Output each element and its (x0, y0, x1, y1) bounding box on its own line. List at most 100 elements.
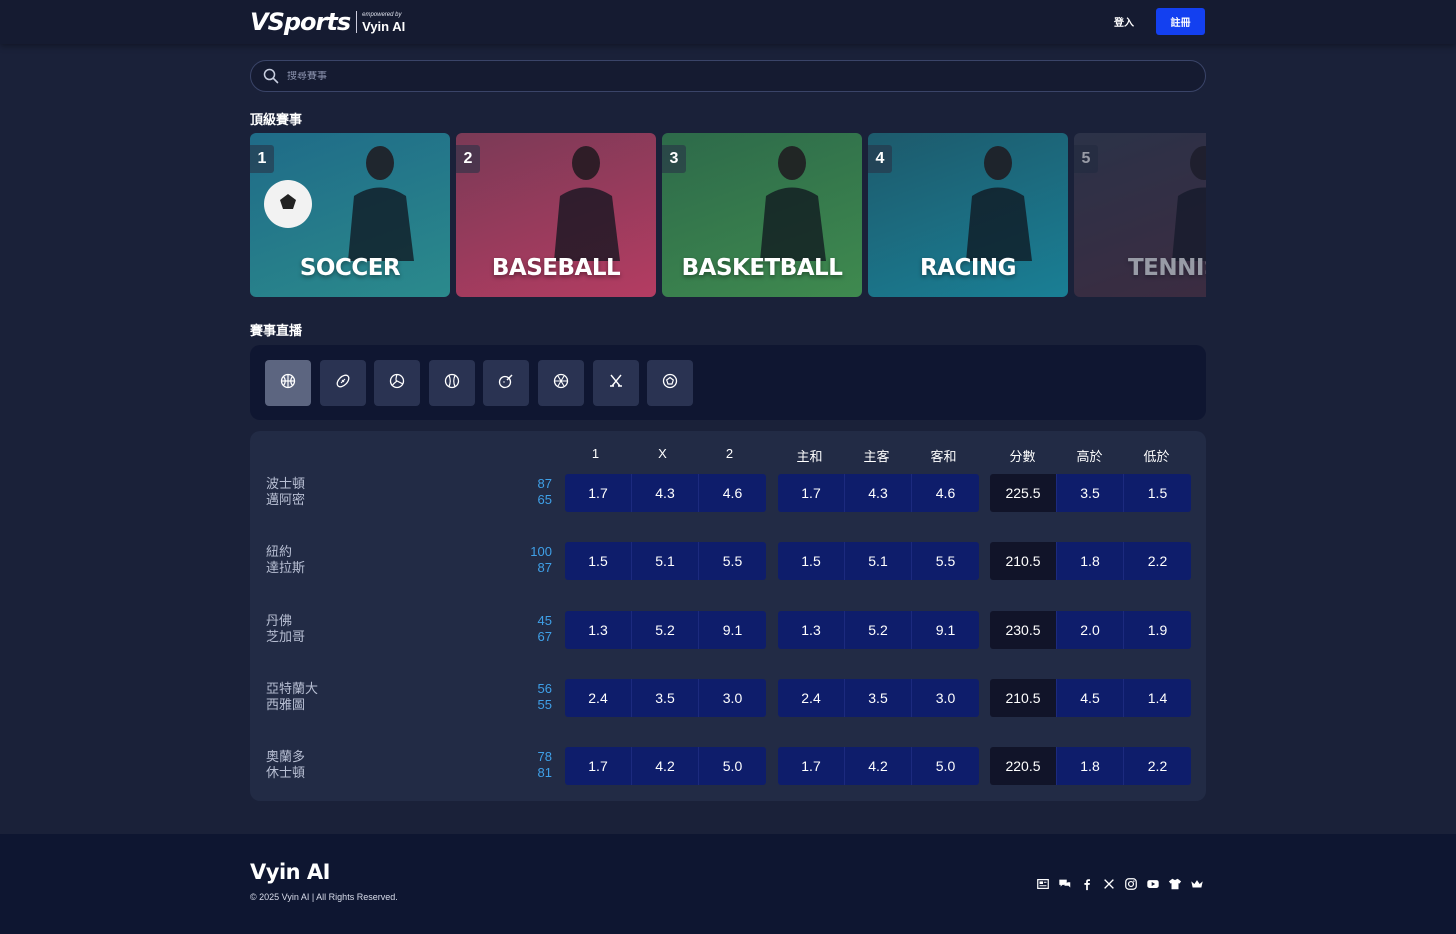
away-score: 81 (537, 765, 552, 781)
sport-filter-baseball[interactable] (428, 360, 475, 406)
odds-button[interactable]: 3.5 (845, 678, 912, 717)
football-icon (335, 373, 351, 394)
odds-button[interactable]: 1.5 (1124, 474, 1191, 512)
match-score: 56 55 (512, 681, 552, 713)
sport-filter-volleyball[interactable] (374, 360, 421, 406)
odds-button[interactable]: 2.0 (1057, 610, 1124, 649)
footer-logo[interactable]: Vyin AI (250, 860, 330, 884)
team-names[interactable]: 波士頓 邁阿密 (266, 476, 305, 508)
home-score: 78 (537, 749, 552, 765)
team-names[interactable]: 丹佛 芝加哥 (266, 613, 305, 645)
odds-button[interactable]: 2.2 (1124, 542, 1191, 581)
odds-button[interactable]: 1.7 (565, 474, 632, 512)
logo-divider (356, 11, 358, 33)
odds-button[interactable]: 1.4 (1124, 678, 1191, 717)
event-card-racing[interactable]: 4 RACING (868, 133, 1068, 297)
register-button[interactable]: 註冊 (1156, 8, 1205, 35)
odds-button[interactable]: 1.3 (565, 610, 632, 649)
odds-button[interactable]: 5.1 (845, 542, 912, 581)
odds-button[interactable]: 4.2 (632, 747, 699, 786)
column-header-2: X (658, 446, 667, 461)
odds-button[interactable]: 1.9 (1124, 610, 1191, 649)
odds-button[interactable]: 1.7 (778, 474, 845, 512)
odds-button[interactable]: 1.5 (778, 542, 845, 581)
crown-icon[interactable] (1190, 877, 1204, 891)
event-card-label: BASEBALL (491, 255, 621, 281)
news-icon[interactable] (1036, 877, 1050, 891)
odds-button[interactable]: 1.8 (1057, 542, 1124, 581)
total-points-cell: 230.5 (990, 610, 1057, 649)
golf-icon (498, 373, 514, 394)
odds-button[interactable]: 5.2 (632, 610, 699, 649)
team-names[interactable]: 亞特蘭大 西雅圖 (266, 681, 318, 713)
sport-filter-hockey[interactable] (592, 360, 639, 406)
instagram-icon[interactable] (1124, 877, 1138, 891)
moneyline-odds: 1.3 5.2 9.1 (565, 610, 766, 649)
odds-button[interactable]: 1.5 (565, 542, 632, 581)
sport-filter-soccer[interactable] (538, 360, 584, 406)
shirt-icon[interactable] (1168, 877, 1182, 891)
column-header-6: 客和 (930, 449, 957, 464)
odds-button[interactable]: 2.4 (778, 678, 845, 717)
odds-button[interactable]: 2.2 (1124, 747, 1191, 786)
column-header-4: 主和 (796, 449, 823, 464)
odds-button[interactable]: 9.1 (912, 610, 979, 649)
sport-filter-football[interactable] (319, 360, 366, 406)
search-input[interactable] (287, 70, 1167, 82)
event-card-tennis[interactable]: 5 TENNIS (1074, 133, 1206, 297)
total-points-cell: 210.5 (990, 542, 1057, 581)
odds-button[interactable]: 1.3 (778, 610, 845, 649)
top-events-title: 頂級賽事 (250, 112, 303, 127)
odds-button[interactable]: 4.5 (1057, 678, 1124, 717)
odds-button[interactable]: 5.5 (912, 542, 979, 581)
vsports-logo[interactable]: VSports empowered by Vyin AI (250, 8, 405, 36)
odds-button[interactable]: 5.0 (699, 747, 766, 786)
total-points-cell: 210.5 (990, 678, 1057, 717)
sport-filter-rugby[interactable] (647, 360, 694, 406)
odds-button[interactable]: 2.4 (565, 678, 632, 717)
logo-side: empowered by Vyin AI (362, 12, 405, 33)
home-team: 奧蘭多 (266, 749, 306, 765)
odds-button[interactable]: 5.2 (845, 610, 912, 649)
odds-button[interactable]: 1.7 (565, 747, 632, 786)
odds-button[interactable]: 4.6 (699, 474, 766, 512)
odds-button[interactable]: 4.3 (632, 474, 699, 512)
odds-button[interactable]: 3.0 (912, 678, 979, 717)
odds-button[interactable]: 3.5 (632, 678, 699, 717)
double-chance-odds: 2.4 3.5 3.0 (778, 678, 979, 717)
home-score: 56 (537, 680, 552, 696)
odds-button[interactable]: 3.0 (699, 678, 766, 717)
youtube-icon[interactable] (1146, 877, 1160, 891)
match-score: 87 65 (512, 476, 552, 508)
away-team: 達拉斯 (266, 560, 306, 576)
odds-button[interactable]: 4.3 (845, 474, 912, 512)
hockey-icon (608, 373, 624, 394)
event-card-basketball[interactable]: 3 BASKETBALL (662, 133, 862, 297)
column-header-1: 1 (591, 446, 600, 461)
odds-button[interactable]: 4.2 (845, 747, 912, 786)
odds-button[interactable]: 5.5 (699, 542, 766, 581)
x-icon[interactable] (1102, 877, 1116, 891)
total-points-cell: 220.5 (990, 747, 1057, 786)
odds-button[interactable]: 5.0 (912, 747, 979, 786)
team-names[interactable]: 紐約 達拉斯 (266, 544, 305, 576)
odds-button[interactable]: 3.5 (1057, 474, 1124, 512)
odds-button[interactable]: 9.1 (699, 610, 766, 649)
sport-filter-golf[interactable] (483, 360, 530, 406)
event-card-baseball[interactable]: 2 BASEBALL (456, 133, 656, 297)
chat-icon[interactable] (1058, 877, 1072, 891)
basketball-icon (280, 373, 296, 394)
facebook-icon[interactable] (1080, 877, 1094, 891)
team-names[interactable]: 奧蘭多 休士頓 (266, 749, 305, 781)
sport-filter-basketball[interactable] (265, 360, 311, 406)
event-card-soccer[interactable]: 1 SOCCER (250, 133, 450, 297)
baseball-icon (444, 373, 460, 394)
logo-brand-text: Vyin AI (362, 18, 406, 34)
odds-button[interactable]: 1.7 (778, 747, 845, 786)
odds-button[interactable]: 5.1 (632, 542, 699, 581)
search-bar[interactable] (250, 60, 1206, 92)
login-button[interactable]: 登入 (1114, 14, 1134, 29)
odds-button[interactable]: 4.6 (912, 474, 979, 512)
odds-button[interactable]: 1.8 (1057, 747, 1124, 786)
column-header-8: 高於 (1076, 449, 1103, 464)
